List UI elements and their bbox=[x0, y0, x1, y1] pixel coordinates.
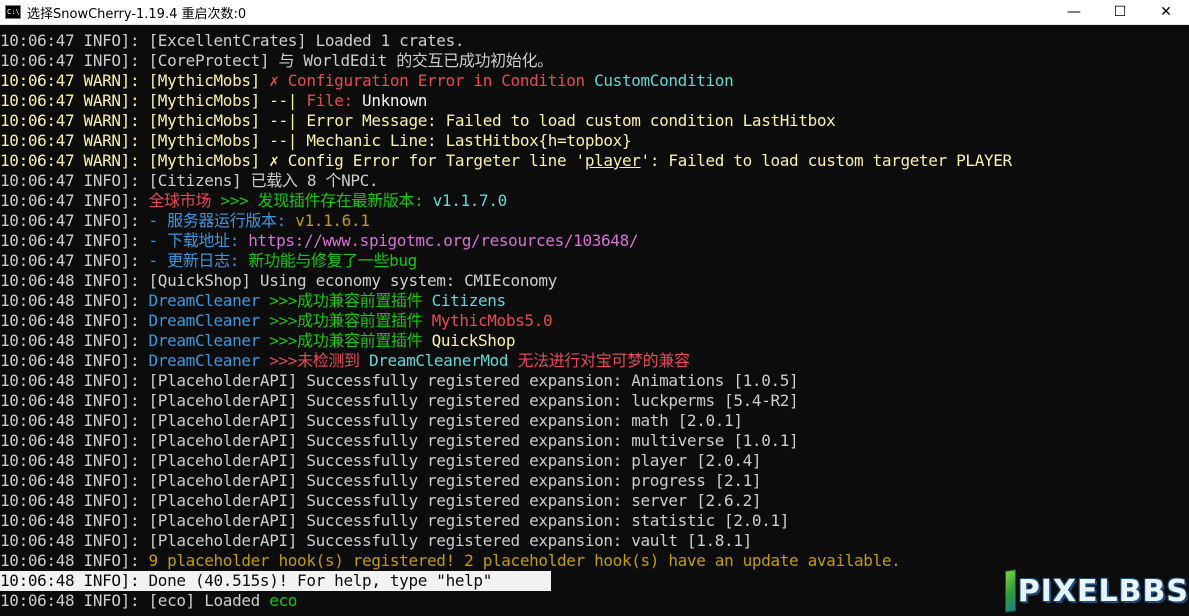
console-text-segment: Mechanic Line: LastHitbox{h=topbox} bbox=[306, 131, 632, 150]
console-text-segment: 10:06:47 INFO]: bbox=[0, 191, 149, 210]
console-line[interactable]: 10:06:47 INFO]: 全球市场 >>> 发现插件存在最新版本: v1.… bbox=[0, 191, 1189, 211]
console-text-segment: 10:06:47 INFO]: [ExcellentCrates] Loaded… bbox=[0, 31, 465, 50]
console-line[interactable]: 10:06:47 INFO]: [ExcellentCrates] Loaded… bbox=[0, 31, 1189, 51]
console-text-segment: 10:06:48 INFO]: [PlaceholderAPI] Success… bbox=[0, 431, 799, 450]
console-text-segment: 10:06:48 INFO]: [PlaceholderAPI] Success… bbox=[0, 471, 762, 490]
console-text-segment: 无法进行对宝可梦的兼容 bbox=[517, 351, 690, 370]
grass-block-icon bbox=[1005, 569, 1016, 613]
console-text-segment: 10:06:48 INFO]: bbox=[0, 331, 149, 350]
console-text-segment: 10:06:48 INFO]: bbox=[0, 551, 149, 570]
console-text-segment: >>>未检测到 bbox=[269, 351, 369, 370]
console-text-segment: 10:06:47 INFO]: [Citizens] 已载入 8 个NPC. bbox=[0, 171, 379, 190]
console-line[interactable]: 10:06:48 INFO]: DreamCleaner >>>成功兼容前置插件… bbox=[0, 291, 1189, 311]
console-line[interactable]: 10:06:48 INFO]: [PlaceholderAPI] Success… bbox=[0, 471, 1189, 491]
console-line[interactable]: 10:06:48 INFO]: [PlaceholderAPI] Success… bbox=[0, 531, 1189, 551]
console-text-segment: Unknown bbox=[362, 91, 428, 110]
console-line[interactable]: 10:06:48 INFO]: [QuickShop] Using econom… bbox=[0, 271, 1189, 291]
console-text-segment: DreamCleaner bbox=[148, 331, 270, 350]
console-line[interactable]: 10:06:48 INFO]: [PlaceholderAPI] Success… bbox=[0, 371, 1189, 391]
console-text-segment: 10:06:47 WARN]: [MythicMobs] --| bbox=[0, 131, 307, 150]
console-text-segment: 10:06:48 INFO]: [PlaceholderAPI] Success… bbox=[0, 531, 752, 550]
console-output[interactable]: 10:06:47 INFO]: [ExcellentCrates] Loaded… bbox=[0, 31, 1189, 616]
window-titlebar[interactable]: C:\ 选择SnowCherry-1.19.4 重启次数:0 — ☐ ✕ bbox=[0, 0, 1189, 25]
console-text-segment: - 更新日志: bbox=[148, 251, 249, 270]
console-text-segment: >>> 发现插件存在最新版本: bbox=[220, 191, 433, 210]
window-controls: — ☐ ✕ bbox=[1051, 0, 1189, 24]
maximize-button[interactable]: ☐ bbox=[1097, 0, 1143, 24]
console-text-segment: ': Failed to load custom targeter PLAYER bbox=[640, 151, 1013, 170]
console-text-segment: 10:06:47 WARN]: [MythicMobs] bbox=[0, 71, 270, 90]
console-text-segment: Citizens bbox=[431, 291, 507, 310]
pixelbbs-watermark: PIXELBBS bbox=[1005, 566, 1189, 616]
console-app-icon: C:\ bbox=[5, 5, 21, 19]
watermark-text: PIXELBBS bbox=[1017, 573, 1189, 609]
console-text-segment: 10:06:47 WARN]: [MythicMobs] --| bbox=[0, 91, 307, 110]
console-line-selected[interactable]: 10:06:48 INFO]: Done (40.515s)! For help… bbox=[0, 571, 551, 591]
console-text-segment: 9 placeholder hook(s) registered! 2 plac… bbox=[148, 551, 901, 570]
console-text-segment: - 下载地址: bbox=[148, 231, 249, 250]
console-text-segment: 10:06:48 INFO]: bbox=[0, 351, 149, 370]
console-text-segment: File: bbox=[306, 91, 363, 110]
console-line[interactable]: 10:06:47 WARN]: [MythicMobs] --| File: U… bbox=[0, 91, 1189, 111]
console-text-segment: 10:06:47 INFO]: bbox=[0, 211, 149, 230]
console-text-segment: CustomCondition bbox=[594, 71, 734, 90]
console-text-segment: v1.1.6.1 bbox=[295, 211, 370, 230]
console-text-segment: eco bbox=[269, 591, 298, 610]
console-line[interactable]: 10:06:48 INFO]: DreamCleaner >>>未检测到 Dre… bbox=[0, 351, 1189, 371]
console-text-segment: https://www.spigotmc.org/resources/10364… bbox=[248, 231, 639, 250]
console-text-segment: DreamCleaner bbox=[148, 311, 270, 330]
minimize-button[interactable]: — bbox=[1051, 0, 1097, 24]
console-line[interactable]: 10:06:48 INFO]: [PlaceholderAPI] Success… bbox=[0, 491, 1189, 511]
console-text-segment: DreamCleanerMod bbox=[368, 351, 518, 370]
console-line[interactable]: 10:06:48 INFO]: [PlaceholderAPI] Success… bbox=[0, 431, 1189, 451]
console-text-segment: 10:06:48 INFO]: [PlaceholderAPI] Success… bbox=[0, 511, 790, 530]
console-text-segment: 10:06:48 INFO]: [PlaceholderAPI] Success… bbox=[0, 391, 799, 410]
console-text-segment: 10:06:47 INFO]: bbox=[0, 231, 149, 250]
console-text-segment: player bbox=[584, 151, 641, 170]
console-line[interactable]: 10:06:47 WARN]: [MythicMobs] --| Error M… bbox=[0, 111, 1189, 131]
console-line[interactable]: 10:06:47 INFO]: - 下载地址: https://www.spig… bbox=[0, 231, 1189, 251]
console-text-segment: 10:06:47 INFO]: [CoreProtect] 与 WorldEdi… bbox=[0, 51, 553, 70]
console-text-segment: 10:06:48 INFO]: [PlaceholderAPI] Success… bbox=[0, 451, 762, 470]
console-text-segment: DreamCleaner bbox=[148, 351, 270, 370]
console-text-segment: >>>成功兼容前置插件 bbox=[269, 331, 432, 350]
console-text-segment: 10:06:48 INFO]: bbox=[0, 311, 149, 330]
console-text-segment: DreamCleaner bbox=[148, 291, 270, 310]
console-text-segment: v1.1.7.0 bbox=[432, 191, 508, 210]
console-text-segment: 10:06:48 INFO]: [PlaceholderAPI] Success… bbox=[0, 491, 762, 510]
console-text-segment: 10:06:48 INFO]: [PlaceholderAPI] Success… bbox=[0, 371, 799, 390]
console-line[interactable]: 10:06:47 INFO]: - 更新日志: 新功能与修复了一些bug bbox=[0, 251, 1189, 271]
console-text-segment: - 服务器运行版本: bbox=[148, 211, 296, 230]
console-line[interactable]: 10:06:47 WARN]: [MythicMobs] --| Mechani… bbox=[0, 131, 1189, 151]
console-line[interactable]: 10:06:47 INFO]: - 服务器运行版本: v1.1.6.1 bbox=[0, 211, 1189, 231]
console-line[interactable]: 10:06:47 WARN]: [MythicMobs] ✗ Configura… bbox=[0, 71, 1189, 91]
console-text-segment: 10:06:47 WARN]: [MythicMobs] --| bbox=[0, 111, 307, 130]
console-text-segment: 10:06:48 INFO]: [eco] Loaded bbox=[0, 591, 270, 610]
console-line[interactable]: 10:06:48 INFO]: [PlaceholderAPI] Success… bbox=[0, 511, 1189, 531]
console-text-segment: 10:06:48 INFO]: [PlaceholderAPI] Success… bbox=[0, 411, 743, 430]
console-text-segment: >>>成功兼容前置插件 bbox=[269, 311, 432, 330]
console-line[interactable]: 10:06:47 INFO]: [CoreProtect] 与 WorldEdi… bbox=[0, 51, 1189, 71]
console-line[interactable]: 10:06:47 WARN]: [MythicMobs] ✗ Config Er… bbox=[0, 151, 1189, 171]
console-text-segment: Error Message: Failed to load custom con… bbox=[306, 111, 836, 130]
console-text-segment: MythicMobs5.0 bbox=[431, 311, 553, 330]
console-text-segment: 新功能与修复了一些bug bbox=[248, 251, 417, 270]
console-line[interactable]: 10:06:48 INFO]: [PlaceholderAPI] Success… bbox=[0, 411, 1189, 431]
console-text-segment: 10:06:48 INFO]: [QuickShop] Using econom… bbox=[0, 271, 557, 290]
close-button[interactable]: ✕ bbox=[1143, 0, 1189, 24]
console-text-segment: >>>成功兼容前置插件 bbox=[269, 291, 432, 310]
console-text-segment: ✗ Configuration Error in Condition bbox=[269, 71, 595, 90]
console-text-segment: 10:06:48 INFO]: bbox=[0, 291, 149, 310]
console-line[interactable]: 10:06:48 INFO]: [PlaceholderAPI] Success… bbox=[0, 451, 1189, 471]
console-text-segment: 10:06:47 WARN]: [MythicMobs] ✗ Config Er… bbox=[0, 151, 585, 170]
console-text-segment: 10:06:47 INFO]: bbox=[0, 251, 149, 270]
console-line[interactable]: 10:06:48 INFO]: DreamCleaner >>>成功兼容前置插件… bbox=[0, 331, 1189, 351]
window-title: 选择SnowCherry-1.19.4 重启次数:0 bbox=[27, 6, 247, 22]
console-text-segment: QuickShop bbox=[431, 331, 516, 350]
console-line[interactable]: 10:06:48 INFO]: DreamCleaner >>>成功兼容前置插件… bbox=[0, 311, 1189, 331]
console-line[interactable]: 10:06:48 INFO]: [PlaceholderAPI] Success… bbox=[0, 391, 1189, 411]
console-text-segment: 全球市场 bbox=[148, 191, 221, 210]
console-text-segment: 10:06:48 INFO]: Done (40.515s)! For help… bbox=[0, 571, 492, 590]
console-line[interactable]: 10:06:47 INFO]: [Citizens] 已载入 8 个NPC. bbox=[0, 171, 1189, 191]
